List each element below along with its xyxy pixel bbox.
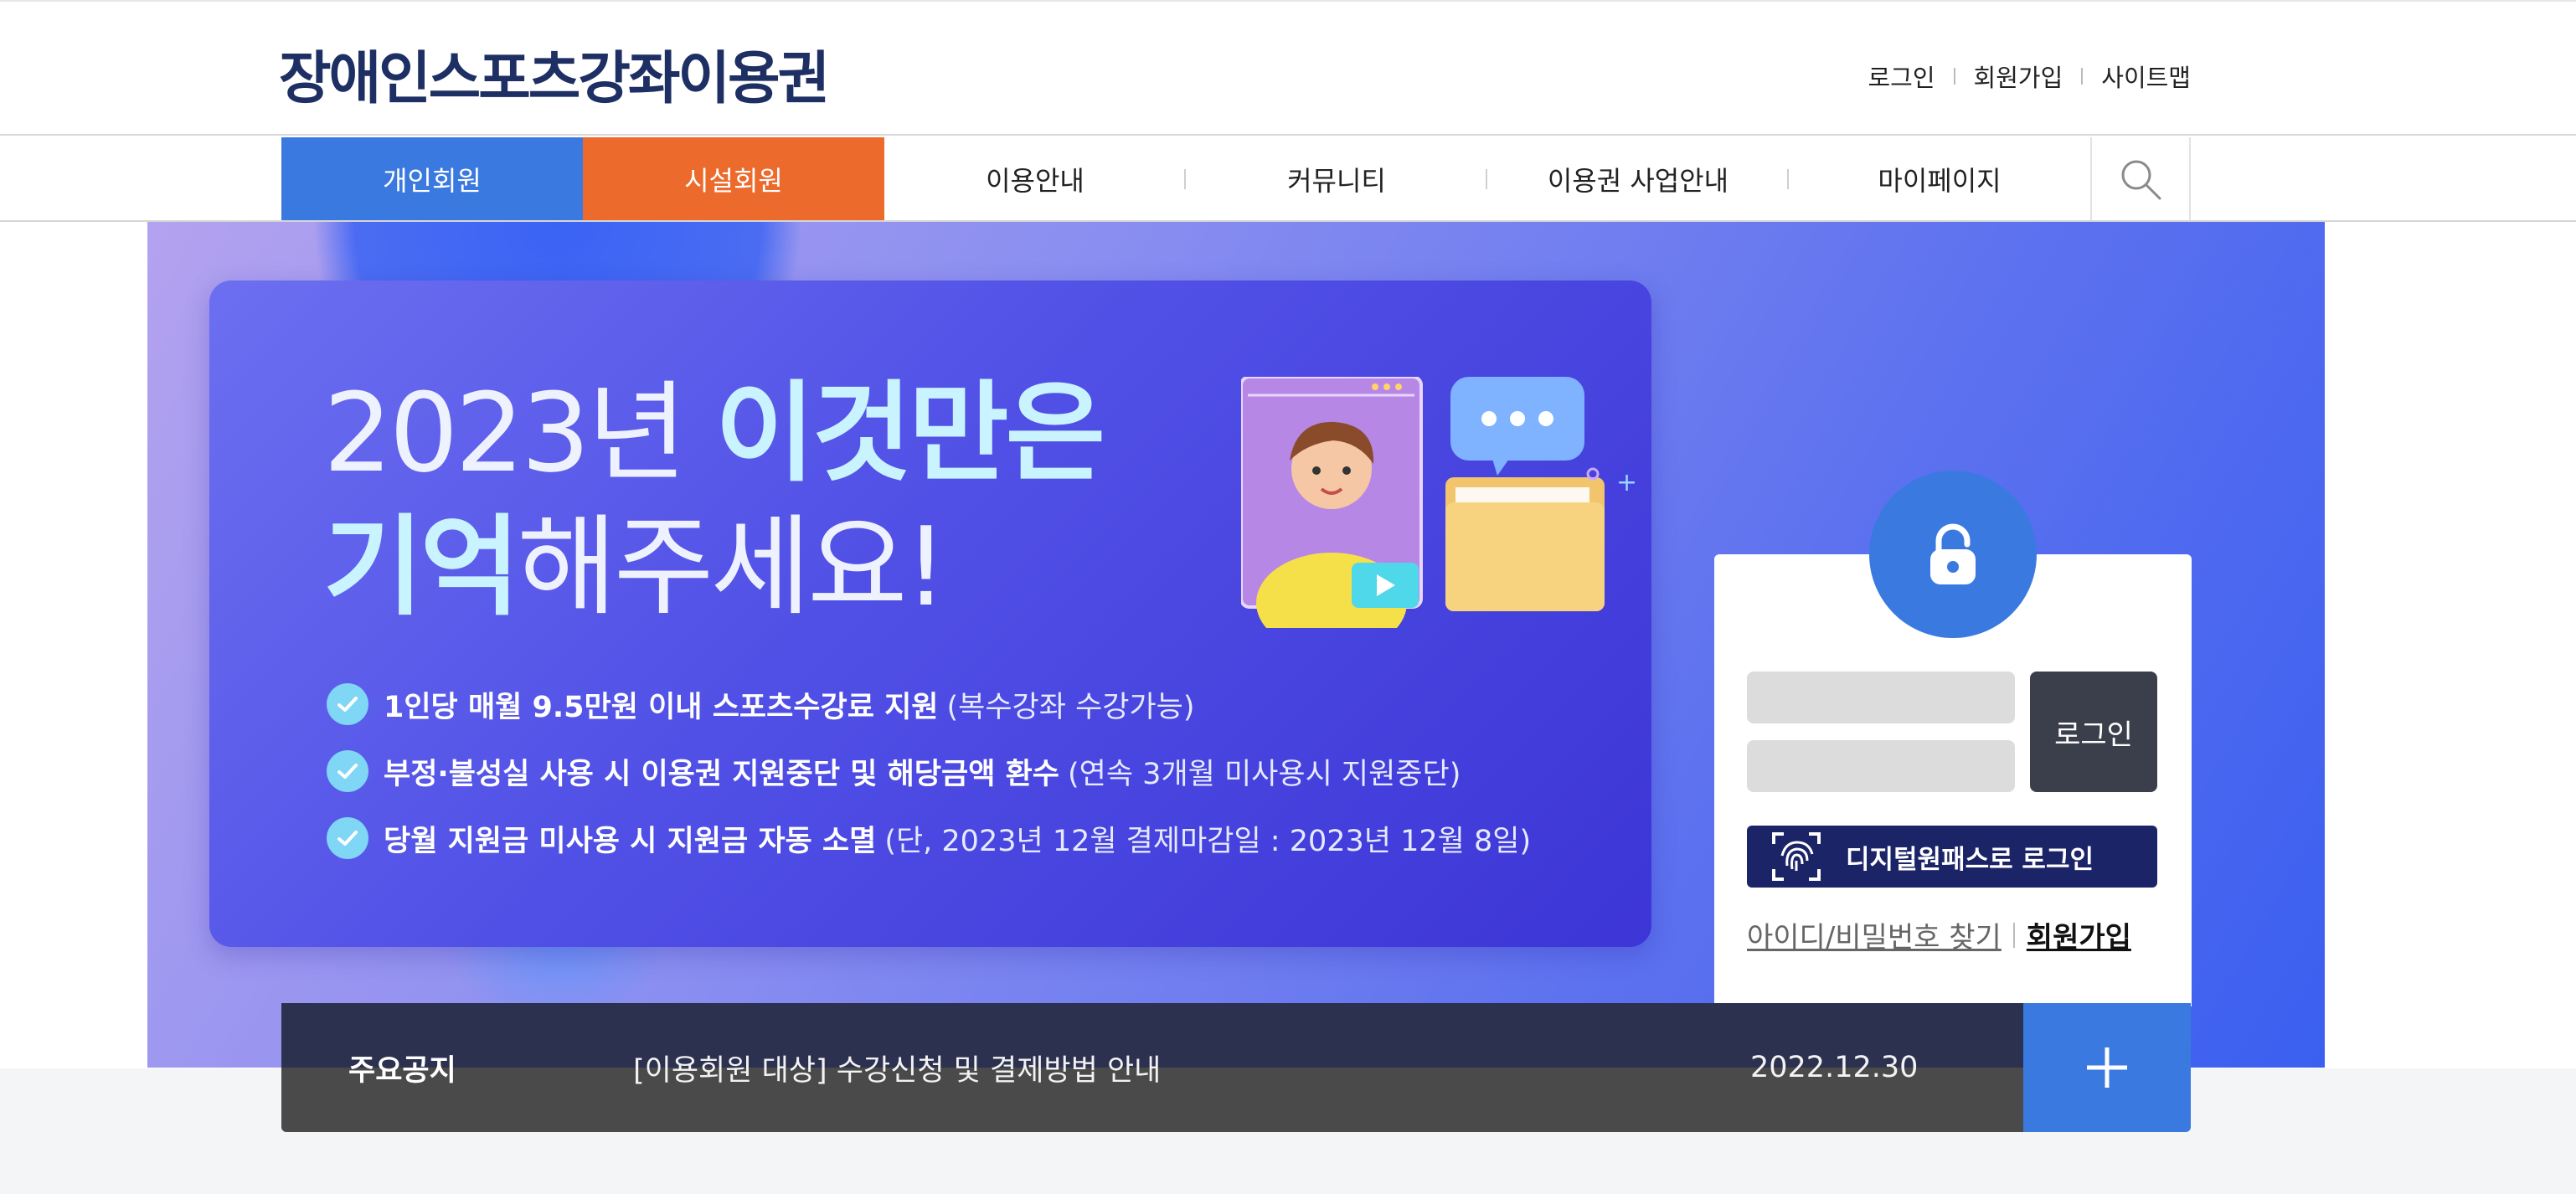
notice-label: 주요공지 [348,1053,456,1088]
plus-icon [2087,1047,2127,1088]
check-icon [327,750,368,792]
site-header: 장애인스포츠강좌이용권 로그인 회원가입 사이트맵 [0,0,2576,136]
svg-text:+: + [1616,468,1637,497]
check-item: 당월 지원금 미사용 시 지원금 자동 소멸 (단, 2023년 12월 결제마… [327,805,1531,872]
password-input[interactable] [1747,740,2015,792]
onepass-label: 디지털원패스로 로그인 [1846,844,2094,875]
check-icon [327,817,368,859]
notice-more-button[interactable] [2023,1003,2191,1132]
notice-banner[interactable]: 2023년 이것만은 기억해주세요! + 1인당 매월 9.5만원 이내 스포츠… [209,280,1651,947]
banner-title: 2023년 이것만은 기억해주세요! [323,369,1105,630]
utility-links: 로그인 회원가입 사이트맵 [1849,59,2191,94]
person-folder-illustration: + [1239,375,1637,653]
notice-date: 2022.12.30 [1750,1051,1919,1084]
nav-usage-guide[interactable]: 이용안내 [884,137,1186,220]
join-link[interactable]: 회원가입 [2027,914,2131,955]
find-id-password-link[interactable]: 아이디/비밀번호 찾기 [1747,914,2002,955]
util-signup-link[interactable]: 회원가입 [1955,59,2082,94]
check-icon [327,683,368,725]
lock-icon [1930,523,1976,584]
nav-personal-member[interactable]: 개인회원 [281,137,583,220]
nav-facility-member[interactable]: 시설회원 [583,137,884,220]
main-notice-bar: 주요공지 [이용회원 대상] 수강신청 및 결제방법 안내 2022.12.30 [281,1003,2191,1132]
check-item: 부정·불성실 사용 시 이용권 지원중단 및 해당금액 환수 (연속 3개월 미… [327,738,1531,805]
fingerprint-icon [1765,826,1827,888]
nav-inner: 개인회원 시설회원 이용안내 커뮤니티 이용권 사업안내 마이페이지 [281,137,2191,220]
lock-badge [1869,471,2037,638]
notice-title-link[interactable]: [이용회원 대상] 수강신청 및 결제방법 안내 [633,1047,1750,1089]
main-nav: 개인회원 시설회원 이용안내 커뮤니티 이용권 사업안내 마이페이지 [0,137,2576,222]
search-button[interactable] [2090,137,2191,220]
search-icon [2121,160,2161,199]
account-links: 아이디/비밀번호 찾기 회원가입 [1747,914,2131,955]
digital-onepass-login-button[interactable]: 디지털원패스로 로그인 [1747,826,2157,888]
site-logo[interactable]: 장애인스포츠강좌이용권 [279,32,830,115]
banner-check-list: 1인당 매월 9.5만원 이내 스포츠수강료 지원 (복수강좌 수강가능) 부정… [327,671,1531,872]
util-sitemap-link[interactable]: 사이트맵 [2083,59,2191,94]
banner-illustration: + [1239,375,1660,653]
util-login-link[interactable]: 로그인 [1849,59,1953,94]
user-id-input[interactable] [1747,672,2015,723]
nav-mypage[interactable]: 마이페이지 [1789,137,2090,220]
nav-community[interactable]: 커뮤니티 [1186,137,1487,220]
login-button[interactable]: 로그인 [2030,672,2157,792]
nav-business-guide[interactable]: 이용권 사업안내 [1487,137,1789,220]
check-item: 1인당 매월 9.5만원 이내 스포츠수강료 지원 (복수강좌 수강가능) [327,671,1531,738]
notice-body[interactable]: 주요공지 [이용회원 대상] 수강신청 및 결제방법 안내 2022.12.30 [281,1003,2023,1132]
link-separator [2012,922,2015,948]
